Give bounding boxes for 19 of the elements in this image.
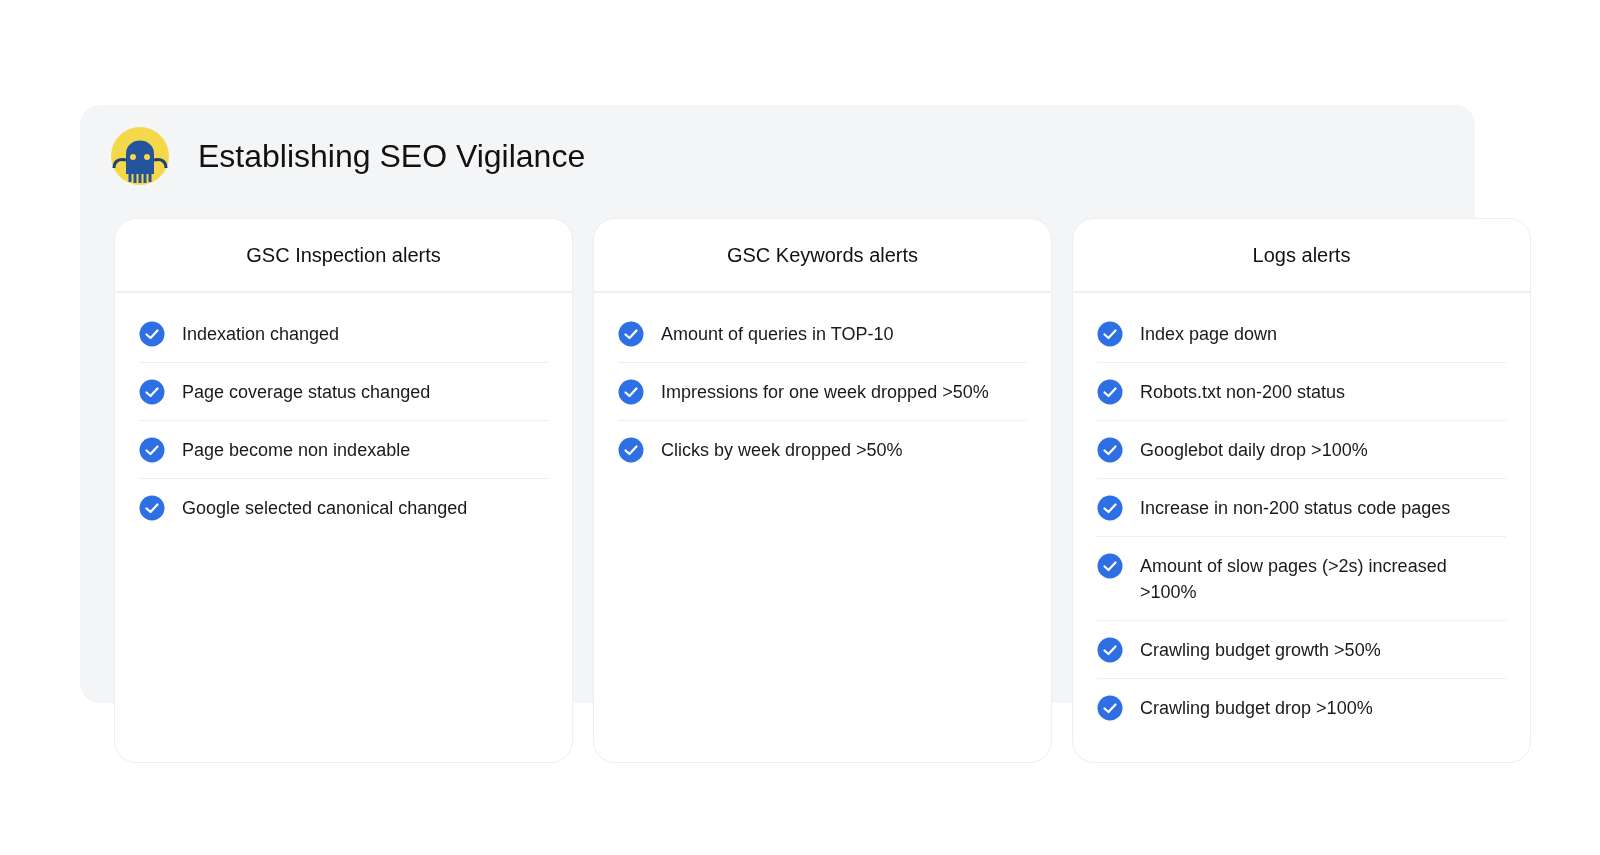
alert-item: Increase in non-200 status code pages: [1140, 497, 1451, 520]
alert-item: Googlebot daily drop >100%: [1140, 439, 1368, 462]
octopus-logo-icon: [108, 124, 172, 188]
alert-item: Impressions for one week dropped >50%: [661, 381, 989, 404]
alert-item: Indexation changed: [182, 323, 340, 346]
page-title: Establishing SEO Vigilance: [198, 137, 586, 175]
alert-item: Page coverage status changed: [182, 381, 431, 404]
alert-item: Google selected canonical changed: [182, 497, 468, 520]
alert-item: Index page down: [1140, 323, 1278, 346]
card-title: Logs alerts: [1073, 219, 1530, 293]
alert-item: Page become non indexable: [182, 439, 411, 462]
alert-item: Crawling budget growth >50%: [1140, 639, 1381, 662]
alert-item: Clicks by week dropped >50%: [661, 439, 903, 462]
alert-item: Robots.txt non-200 status: [1140, 381, 1346, 404]
card-title: GSC Keywords alerts: [594, 219, 1051, 293]
alert-item: Amount of slow pages (>2s) increased >100%: [1140, 555, 1448, 604]
alert-item: Amount of queries in TOP-10: [661, 323, 894, 346]
card-title: GSC Inspection alerts: [115, 219, 572, 293]
alert-item: Crawling budget drop >100%: [1140, 697, 1373, 720]
